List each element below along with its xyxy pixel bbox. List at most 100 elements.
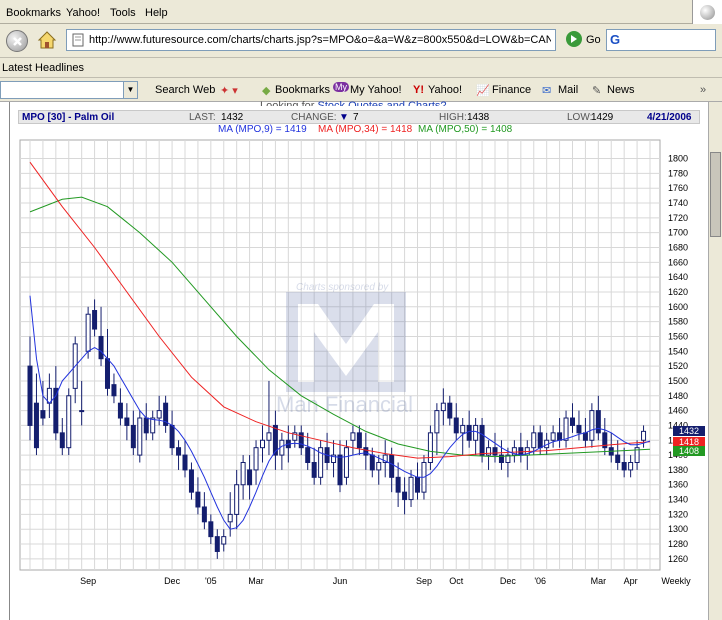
x-tick-label: Mar [248, 576, 264, 586]
candle-up [79, 410, 85, 413]
candle-up [376, 462, 382, 471]
x-tick-label: Sep [80, 576, 96, 586]
google-icon: G [610, 32, 621, 47]
address-bar[interactable]: http://www.futuresource.com/charts/chart… [66, 29, 556, 51]
candle-down [453, 417, 459, 434]
candle-down [98, 335, 104, 360]
candle-down [214, 536, 220, 552]
candle-up [486, 447, 492, 456]
candle-down [492, 447, 498, 456]
y-tick-label: 1520 [668, 361, 688, 371]
watermark-logo: Charts sponsored by Man Financial [276, 282, 413, 417]
navigation-toolbar: http://www.futuresource.com/charts/chart… [0, 24, 722, 58]
address-url: http://www.futuresource.com/charts/chart… [89, 34, 551, 46]
more-chevron-icon[interactable]: » [700, 84, 706, 96]
yahoo-toolbar: ▼ Search Web ✦ ▾ ◆ Bookmarks My My Yahoo… [0, 78, 722, 102]
mail-icon: ✉ [542, 85, 552, 97]
candle-down [201, 506, 207, 523]
candle-down [130, 424, 136, 449]
my-yahoo-button[interactable]: My Yahoo! [350, 84, 402, 96]
candle-up [253, 447, 259, 471]
finance-button[interactable]: Finance [492, 84, 531, 96]
y-tick-label: 1680 [668, 243, 688, 253]
go-button[interactable] [566, 31, 582, 47]
candle-up [563, 417, 569, 441]
candle-up [227, 513, 233, 523]
news-button[interactable]: News [607, 84, 635, 96]
yahoo-search-input[interactable]: ▼ [0, 81, 138, 99]
candle-up [434, 410, 440, 434]
go-arrow-icon [571, 35, 577, 43]
x-tick-label: Mar [591, 576, 607, 586]
page-icon [72, 33, 84, 47]
throbber [692, 0, 722, 24]
finance-icon: 📈 [476, 85, 490, 97]
yahoo-bookmarks-button[interactable]: Bookmarks [275, 84, 330, 96]
menu-tools[interactable]: Tools [110, 7, 136, 19]
bookmarks-icon: ◆ [262, 85, 271, 97]
candle-up [440, 402, 446, 412]
candle-up [550, 432, 556, 441]
stop-icon [13, 37, 22, 46]
x-tick-label: '05 [205, 576, 217, 586]
home-button[interactable] [36, 29, 58, 51]
x-tick-label: Dec [500, 576, 517, 586]
left-frame [0, 102, 10, 620]
x-tick-label: Oct [449, 576, 464, 586]
go-label[interactable]: Go [586, 34, 601, 46]
menu-bookmarks[interactable]: Bookmarks [6, 7, 61, 19]
x-tick-label: Dec [164, 576, 181, 586]
x-tick-label: Sep [416, 576, 432, 586]
chevron-down-icon[interactable]: ▼ [123, 82, 137, 98]
y-tick-label: 1380 [668, 465, 688, 475]
candle-up [266, 432, 272, 441]
candle-up [234, 484, 240, 515]
y-tick-label: 1260 [668, 554, 688, 564]
latest-headlines-link[interactable]: Latest Headlines [2, 62, 84, 74]
watermark-brand-text: Man Financial [276, 392, 413, 417]
candle-up [259, 439, 266, 449]
yahoo-y-icon: Y! [413, 84, 424, 96]
scrollbar-thumb[interactable] [710, 152, 721, 237]
search-web-button[interactable]: Search Web [155, 84, 215, 96]
candle-down [92, 310, 98, 330]
yahoo-button[interactable]: Yahoo! [428, 84, 462, 96]
y-tick-label: 1540 [668, 346, 688, 356]
mail-button[interactable]: Mail [558, 84, 578, 96]
candle-up [150, 417, 156, 434]
x-tick-label: '06 [534, 576, 546, 586]
candle-down [169, 424, 175, 449]
yahoo-compass-icon[interactable]: ✦ ▾ [220, 84, 238, 97]
menu-help[interactable]: Help [145, 7, 168, 19]
news-icon: ✎ [592, 85, 602, 97]
price-tag-ma50: 1408 [673, 446, 705, 457]
google-search-input[interactable]: G [606, 29, 716, 51]
throbber-icon [700, 5, 715, 20]
x-tick-label: Jun [333, 576, 348, 586]
vertical-scrollbar[interactable] [708, 102, 722, 620]
y-tick-label: 1660 [668, 257, 688, 267]
y-tick-label: 1280 [668, 539, 688, 549]
y-tick-label: 1600 [668, 302, 688, 312]
candle-up [628, 462, 634, 471]
candle-down [247, 469, 253, 486]
interval-label: Weekly [661, 576, 691, 586]
candle-up [589, 410, 595, 441]
candle-down [337, 454, 343, 486]
headlines-bar: Latest Headlines [0, 58, 722, 78]
watermark-sponsor-text: Charts sponsored by [296, 282, 389, 293]
candle-up [473, 424, 479, 441]
candle-up [343, 447, 349, 478]
candle-down [363, 447, 369, 456]
stop-button[interactable] [6, 30, 28, 52]
y-tick-label: 1700 [668, 228, 688, 238]
candle-down [595, 410, 601, 434]
chart-panel: MPO [30] - Palm Oil LAST: 1432 CHANGE: ▼… [14, 106, 705, 620]
y-tick-label: 1740 [668, 198, 688, 208]
candle-up [156, 410, 162, 419]
menu-yahoo[interactable]: Yahoo! [66, 7, 100, 19]
candle-down [576, 424, 582, 434]
home-icon [37, 31, 57, 49]
candle-down [356, 432, 362, 449]
menu-bar: Bookmarks Yahoo! Tools Help [0, 0, 722, 24]
